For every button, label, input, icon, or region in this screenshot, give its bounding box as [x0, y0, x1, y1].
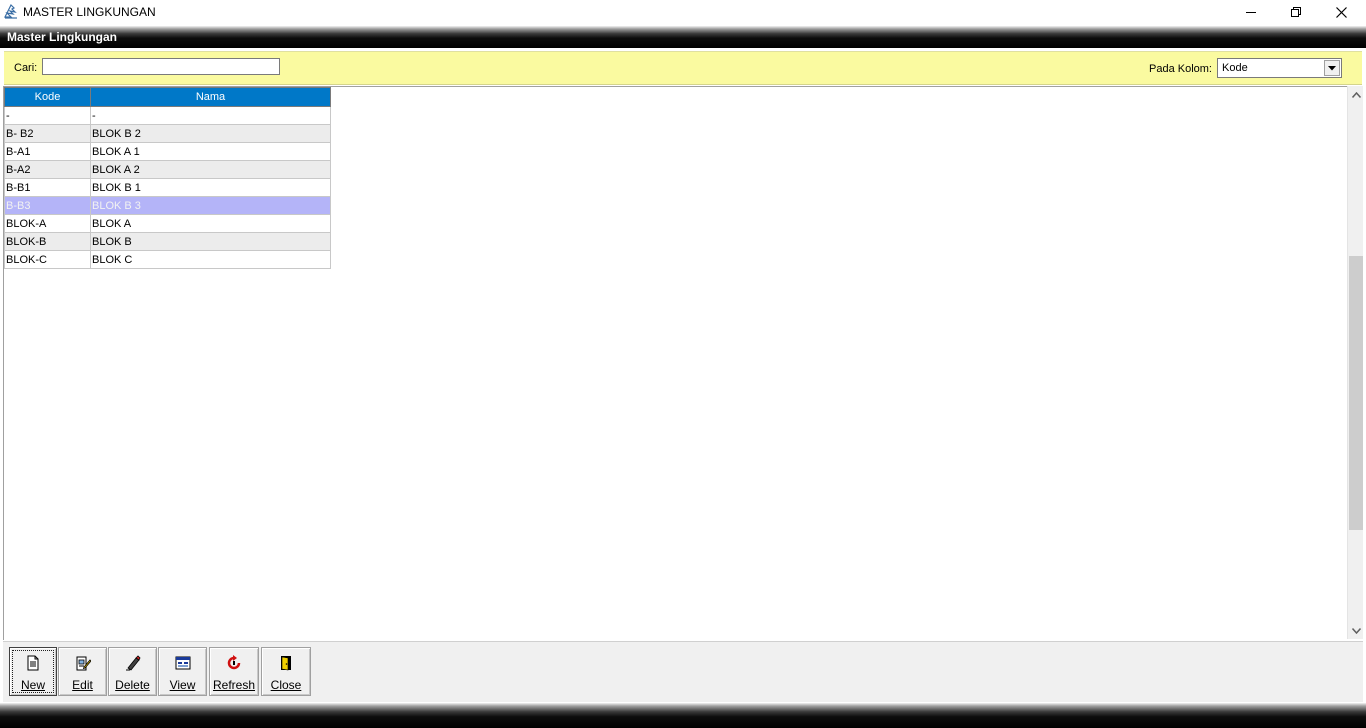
close-icon — [1335, 6, 1347, 18]
cell-nama[interactable]: BLOK A 1 — [90, 142, 331, 161]
new-button[interactable]: New — [9, 647, 57, 696]
table-row-selected[interactable]: B-B3 BLOK B 3 — [4, 196, 331, 215]
cell-kode[interactable]: B-A1 — [4, 142, 91, 161]
cell-nama[interactable]: - — [90, 106, 331, 125]
refresh-button-label: Refresh — [212, 678, 256, 692]
delete-button[interactable]: Delete — [108, 647, 157, 696]
refresh-icon — [227, 655, 241, 670]
minimize-button[interactable] — [1228, 0, 1274, 24]
grid-table: Kode Nama - - B- B2 BLOK B 2 B-A1 BLOK A… — [4, 87, 331, 269]
dropdown-button[interactable] — [1324, 60, 1340, 76]
new-button-label: New — [20, 678, 45, 692]
form-header: Master Lingkungan — [0, 26, 1366, 48]
app-icon — [4, 3, 18, 20]
new-document-icon — [27, 655, 39, 671]
cell-nama[interactable]: BLOK B 1 — [90, 178, 331, 197]
cell-nama[interactable]: BLOK C — [90, 250, 331, 269]
table-row[interactable]: B- B2 BLOK B 2 — [4, 124, 331, 143]
table-row[interactable]: BLOK-A BLOK A — [4, 214, 331, 233]
table-row[interactable]: - - — [4, 106, 331, 125]
eraser-icon — [125, 655, 140, 671]
close-button-label: Close — [270, 678, 302, 692]
grid-header-row: Kode Nama — [4, 87, 331, 107]
view-button-label: View — [169, 678, 196, 692]
cell-nama[interactable]: BLOK A 2 — [90, 160, 331, 179]
chevron-down-icon — [1328, 65, 1336, 70]
vertical-scrollbar[interactable] — [1347, 86, 1363, 639]
table-row[interactable]: B-A1 BLOK A 1 — [4, 142, 331, 161]
action-toolbar: New Edit Delete View Refresh Close — [3, 641, 1363, 702]
refresh-button[interactable]: Refresh — [209, 647, 259, 696]
cell-nama[interactable]: BLOK A — [90, 214, 331, 233]
cell-kode[interactable]: B-B1 — [4, 178, 91, 197]
restore-icon — [1291, 7, 1301, 17]
table-row[interactable]: B-A2 BLOK A 2 — [4, 160, 331, 179]
cell-nama[interactable]: BLOK B 3 — [90, 196, 331, 215]
table-row[interactable]: BLOK-C BLOK C — [4, 250, 331, 269]
scroll-up-button[interactable] — [1348, 86, 1364, 103]
cell-kode[interactable]: B-A2 — [4, 160, 91, 179]
cell-nama[interactable]: BLOK B 2 — [90, 124, 331, 143]
scroll-thumb[interactable] — [1349, 256, 1363, 530]
search-input[interactable] — [42, 58, 280, 75]
cell-kode[interactable]: B-B3 — [4, 196, 91, 215]
chevron-up-icon — [1351, 91, 1361, 98]
data-grid[interactable]: Kode Nama - - B- B2 BLOK B 2 B-A1 BLOK A… — [3, 86, 1348, 640]
cell-kode[interactable]: BLOK-B — [4, 232, 91, 251]
table-row[interactable]: BLOK-B BLOK B — [4, 232, 331, 251]
cell-kode[interactable]: BLOK-C — [4, 250, 91, 269]
cell-kode[interactable]: BLOK-A — [4, 214, 91, 233]
cell-kode[interactable]: - — [4, 106, 91, 125]
status-bar — [0, 703, 1366, 728]
search-panel: Cari: Pada Kolom: Kode — [4, 51, 1362, 85]
close-button[interactable]: Close — [261, 647, 311, 696]
close-window-button[interactable] — [1318, 0, 1364, 24]
cell-nama[interactable]: BLOK B — [90, 232, 331, 251]
delete-button-label: Delete — [115, 678, 150, 692]
search-label: Cari: — [14, 62, 38, 74]
title-bar: MASTER LINGKUNGAN — [0, 0, 1366, 26]
column-select-value: Kode — [1222, 62, 1248, 74]
column-label: Pada Kolom: — [1149, 63, 1212, 75]
edit-button[interactable]: Edit — [58, 647, 107, 696]
chevron-down-icon — [1351, 627, 1361, 634]
edit-document-icon — [76, 656, 91, 671]
view-button[interactable]: View — [158, 647, 207, 696]
cell-kode[interactable]: B- B2 — [4, 124, 91, 143]
restore-button[interactable] — [1273, 0, 1319, 24]
scroll-down-button[interactable] — [1348, 622, 1364, 639]
window-title: MASTER LINGKUNGAN — [23, 5, 156, 19]
edit-button-label: Edit — [72, 678, 93, 692]
form-title: Master Lingkungan — [7, 30, 118, 44]
column-select[interactable]: Kode — [1217, 58, 1342, 78]
minimize-icon — [1246, 12, 1256, 13]
exit-door-icon — [281, 656, 291, 671]
view-window-icon — [175, 656, 190, 670]
column-header-kode[interactable]: Kode — [4, 87, 91, 107]
column-header-nama[interactable]: Nama — [90, 87, 331, 107]
table-row[interactable]: B-B1 BLOK B 1 — [4, 178, 331, 197]
